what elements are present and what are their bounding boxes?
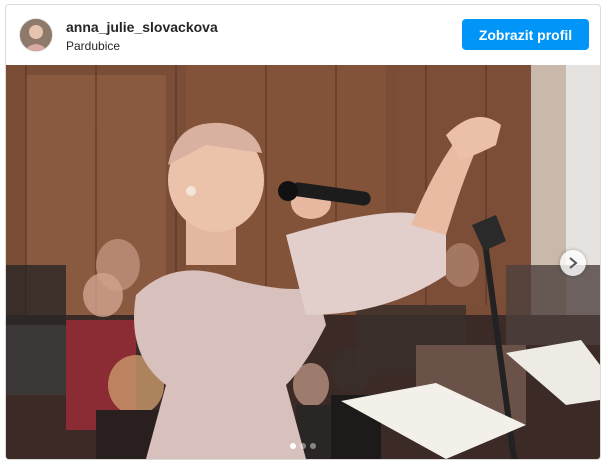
avatar[interactable] (19, 18, 53, 52)
carousel-dot (290, 443, 296, 449)
post-header: anna_julie_slovackova Pardubice Zobrazit… (6, 5, 600, 65)
post-photo[interactable] (6, 65, 600, 459)
chevron-right-icon (569, 257, 578, 269)
carousel-indicator (6, 443, 600, 449)
carousel-dot (310, 443, 316, 449)
concert-photo-image (6, 65, 600, 459)
view-profile-button[interactable]: Zobrazit profil (462, 19, 589, 50)
carousel-next-button[interactable] (560, 250, 586, 276)
instagram-embed-card: anna_julie_slovackova Pardubice Zobrazit… (5, 4, 601, 460)
username[interactable]: anna_julie_slovackova (66, 19, 218, 35)
carousel-dot (300, 443, 306, 449)
location-link[interactable]: Pardubice (66, 39, 120, 53)
